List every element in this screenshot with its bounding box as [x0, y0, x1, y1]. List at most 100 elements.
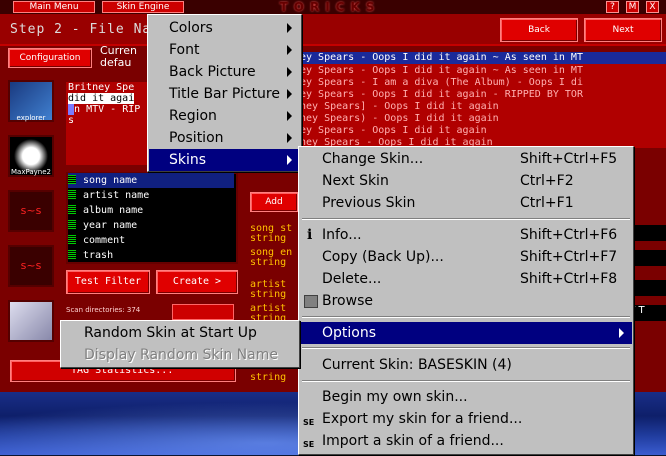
- preview-line: n MTV - RIP: [74, 104, 141, 115]
- filename-row[interactable]: ey Spears - I am a diva (The Album) - Oo…: [300, 77, 583, 89]
- shortcut-label: Ctrl+F1: [520, 195, 574, 211]
- menu-item-label: Display Random Skin Name: [84, 347, 278, 363]
- submenu-arrow-icon: [287, 133, 292, 143]
- back-button[interactable]: Back: [500, 18, 578, 42]
- menu-item-label: Back Picture: [169, 64, 256, 80]
- menu-item-options[interactable]: Options: [300, 322, 632, 344]
- menu-item-begin-own-skin[interactable]: Begin my own skin...: [300, 386, 632, 408]
- filename-row[interactable]: ney Spears] - Oops I did it again: [300, 101, 499, 113]
- filename-row[interactable]: ney Spears) - Oops I did it again: [300, 113, 499, 125]
- rule-input[interactable]: [632, 280, 666, 296]
- menu-item-label: Position: [169, 130, 224, 146]
- menu-separator: [302, 316, 630, 318]
- menu-item-region[interactable]: Region: [149, 105, 300, 127]
- menu-item-label: Import a skin of a friend...: [322, 433, 504, 449]
- field-label: comment: [83, 235, 126, 246]
- menu-separator: [302, 218, 630, 220]
- menu-item-import-skin[interactable]: SE Import a skin of a friend...: [300, 430, 632, 452]
- menu-item-title-bar-picture[interactable]: Title Bar Picture: [149, 83, 300, 105]
- menu-item-browse[interactable]: Browse: [300, 290, 632, 312]
- menu-item-label: Begin my own skin...: [322, 389, 468, 405]
- menu-item-label: Skins: [169, 152, 207, 168]
- help-button[interactable]: ?: [606, 1, 619, 13]
- step-title: Step 2 - File Nam: [10, 22, 161, 37]
- submenu-arrow-icon: [287, 67, 292, 77]
- rule-input[interactable]: [632, 250, 666, 266]
- field-song-name[interactable]: song name: [68, 173, 234, 188]
- menu-item-label: Colors: [169, 20, 213, 36]
- menu-separator: [302, 380, 630, 382]
- field-icon: [68, 250, 76, 259]
- browse-icon: [304, 295, 318, 308]
- submenu-arrow-icon: [287, 45, 292, 55]
- menu-item-font[interactable]: Font: [149, 39, 300, 61]
- shortcut-label: Shift+Ctrl+F5: [520, 151, 618, 167]
- field-label: trash: [83, 250, 114, 261]
- field-icon: [68, 220, 76, 229]
- field-comment[interactable]: comment: [68, 233, 125, 248]
- create-button[interactable]: Create >: [156, 270, 238, 294]
- menu-item-export-skin[interactable]: SE Export my skin for a friend...: [300, 408, 632, 430]
- menu-item-back-picture[interactable]: Back Picture: [149, 61, 300, 83]
- filename-row[interactable]: ey Spears - Oops I did it again: [300, 125, 487, 137]
- menu-item-previous-skin[interactable]: Previous Skin Ctrl+F1: [300, 192, 632, 214]
- field-trash[interactable]: trash: [68, 248, 113, 263]
- add-button[interactable]: Add: [250, 192, 298, 212]
- field-album-name[interactable]: album name: [68, 203, 143, 218]
- submenu-arrow-icon: [287, 155, 292, 165]
- submenu-arrow-icon: [287, 111, 292, 121]
- field-icon: [68, 235, 76, 244]
- filename-row[interactable]: ey Spears - Oops I did it again ~ As see…: [300, 52, 666, 64]
- rule-input[interactable]: / T: [632, 305, 666, 321]
- scan-directories-text: Scan directories: 374: [66, 306, 141, 314]
- extra-button[interactable]: [172, 304, 234, 320]
- shortcut-label: Shift+Ctrl+F6: [520, 227, 618, 243]
- rule-label: string: [250, 257, 287, 268]
- rule-input[interactable]: [632, 225, 666, 241]
- menu-separator: [302, 347, 630, 349]
- field-icon: [68, 190, 76, 199]
- menu-item-next-skin[interactable]: Next Skin Ctrl+F2: [300, 170, 632, 192]
- field-artist-name[interactable]: artist name: [68, 188, 149, 203]
- preview-line: Britney Spe: [68, 82, 135, 93]
- menu-item-change-skin[interactable]: Change Skin... Shift+Ctrl+F5: [300, 148, 632, 170]
- filename-row[interactable]: ey Spears - Oops I did it again ~ As see…: [300, 65, 583, 77]
- menu-item-position[interactable]: Position: [149, 127, 300, 149]
- menu-item-label: Font: [169, 42, 200, 58]
- preview-line: s: [68, 115, 75, 126]
- sts-icon[interactable]: s~s: [8, 190, 54, 232]
- menu-item-info[interactable]: i Info... Shift+Ctrl+F6: [300, 224, 632, 246]
- submenu-arrow-icon: [287, 23, 292, 33]
- menu-item-delete[interactable]: Delete... Shift+Ctrl+F8: [300, 268, 632, 290]
- menu-item-copy-backup[interactable]: Copy (Back Up)... Shift+Ctrl+F7: [300, 246, 632, 268]
- menu-item-label: Options: [322, 325, 377, 341]
- sts-icon[interactable]: s~s: [8, 245, 54, 287]
- close-button[interactable]: X: [646, 1, 659, 13]
- filename-row[interactable]: ey Spears - Oops I did it again - RIPPED…: [300, 89, 583, 101]
- explorer-label: explorer: [16, 114, 46, 122]
- test-filter-button[interactable]: Test Filter: [66, 270, 150, 294]
- menu-item-label: Current Skin: BASESKIN (4): [322, 357, 512, 373]
- mafia-icon[interactable]: [8, 300, 54, 342]
- configuration-button[interactable]: Configuration: [8, 48, 92, 68]
- rule-labels: song st string song en string artist str…: [250, 224, 292, 324]
- preview-text: Britney Spe did it agai n MTV - RIP s: [68, 82, 140, 126]
- skins-submenu: Change Skin... Shift+Ctrl+F5 Next Skin Ctr…: [298, 146, 634, 455]
- field-icon: [68, 175, 76, 184]
- menu-item-label: Change Skin...: [322, 151, 424, 167]
- menu-item-label: Next Skin: [322, 173, 389, 189]
- next-button[interactable]: Next: [584, 18, 662, 42]
- tab-main-menu[interactable]: Main Menu: [13, 1, 95, 13]
- preview-line: did it agai: [68, 93, 135, 104]
- menu-item-label: Delete...: [322, 271, 382, 287]
- brand-logo: TORICKS: [279, 0, 381, 14]
- tab-skin-engine[interactable]: Skin Engine: [102, 1, 184, 13]
- menu-item-colors[interactable]: Colors: [149, 17, 300, 39]
- minimize-button[interactable]: M: [626, 1, 639, 13]
- field-label: song name: [83, 175, 138, 186]
- field-year-name[interactable]: year name: [68, 218, 137, 233]
- menu-item-random-skin-startup[interactable]: Random Skin at Start Up: [62, 322, 298, 344]
- shortcut-label: Shift+Ctrl+F7: [520, 249, 618, 265]
- menu-item-skins[interactable]: Skins: [149, 149, 300, 171]
- maxpayne-label: MaxPayne2: [10, 168, 51, 176]
